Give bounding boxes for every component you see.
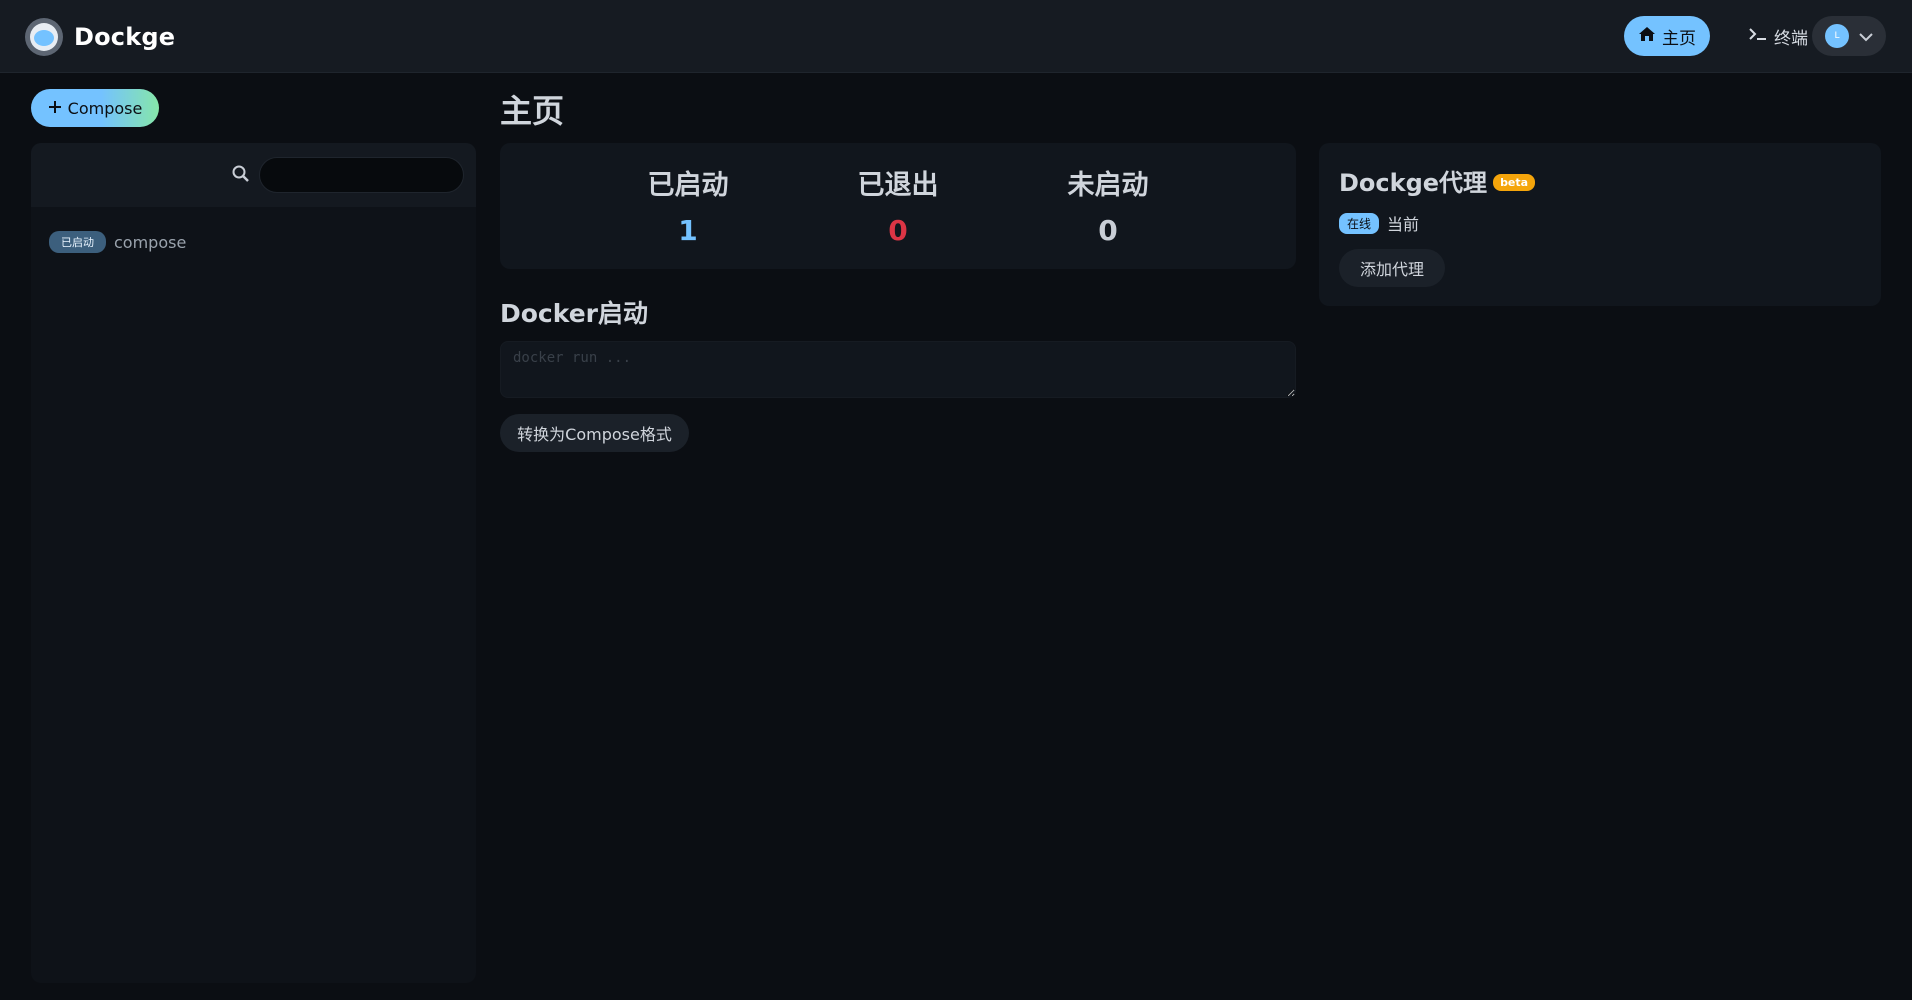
online-status-badge: 在线 [1339,212,1380,234]
search-input[interactable] [259,157,464,193]
stack-status-badge: 已启动 [49,231,106,253]
stat-exited-label: 已退出 [857,170,939,201]
agents-title-label: Dockge代理 [1339,169,1488,197]
stat-inactive: 未启动 0 [1008,163,1208,247]
stat-running: 已启动 1 [588,163,788,247]
docker-run-title: Docker启动 [500,299,648,328]
page-title: 主页 [500,92,565,130]
brand-name: Dockge [74,23,176,51]
compose-button[interactable]: Compose [31,89,159,127]
stack-list-panel: 已启动 compose [31,143,476,983]
agent-row: 在线 当前 [1339,211,1419,235]
convert-to-compose-button[interactable]: 转换为Compose格式 [500,414,689,452]
agent-current-label: 当前 [1387,215,1420,234]
profile-dropdown[interactable]: L [1812,16,1886,56]
agents-title: Dockge代理 beta [1339,163,1536,198]
top-header: Dockge 主页 终端 L [0,0,1912,73]
stack-stats-card: 已启动 1 已退出 0 未启动 0 [500,143,1296,269]
plus-icon [48,99,62,118]
stat-inactive-value: 0 [1098,214,1118,247]
stack-name: compose [114,232,187,252]
stat-running-value: 1 [678,214,698,247]
beta-badge: beta [1493,174,1536,191]
stat-exited-value: 0 [888,214,908,247]
stat-exited: 已退出 0 [798,163,998,247]
stat-inactive-label: 未启动 [1067,170,1149,201]
nav-home-button[interactable]: 主页 [1624,16,1710,56]
stack-list-header [31,143,476,207]
terminal-icon [1748,26,1768,47]
nav-home-label: 主页 [1662,28,1696,49]
add-agent-button[interactable]: 添加代理 [1339,249,1445,287]
chevron-down-icon [1859,27,1873,46]
agents-card: Dockge代理 beta 在线 当前 添加代理 [1319,143,1881,306]
home-icon [1638,26,1656,47]
search-icon [231,164,251,184]
stat-running-label: 已启动 [647,170,729,201]
brand-link[interactable]: Dockge [24,17,175,57]
compose-button-label: Compose [67,98,143,118]
docker-run-input[interactable] [500,341,1296,398]
stack-list-item[interactable]: 已启动 compose [49,231,186,253]
nav-terminal-label: 终端 [1774,28,1808,49]
avatar: L [1825,24,1849,48]
dockge-logo-icon [24,17,64,57]
